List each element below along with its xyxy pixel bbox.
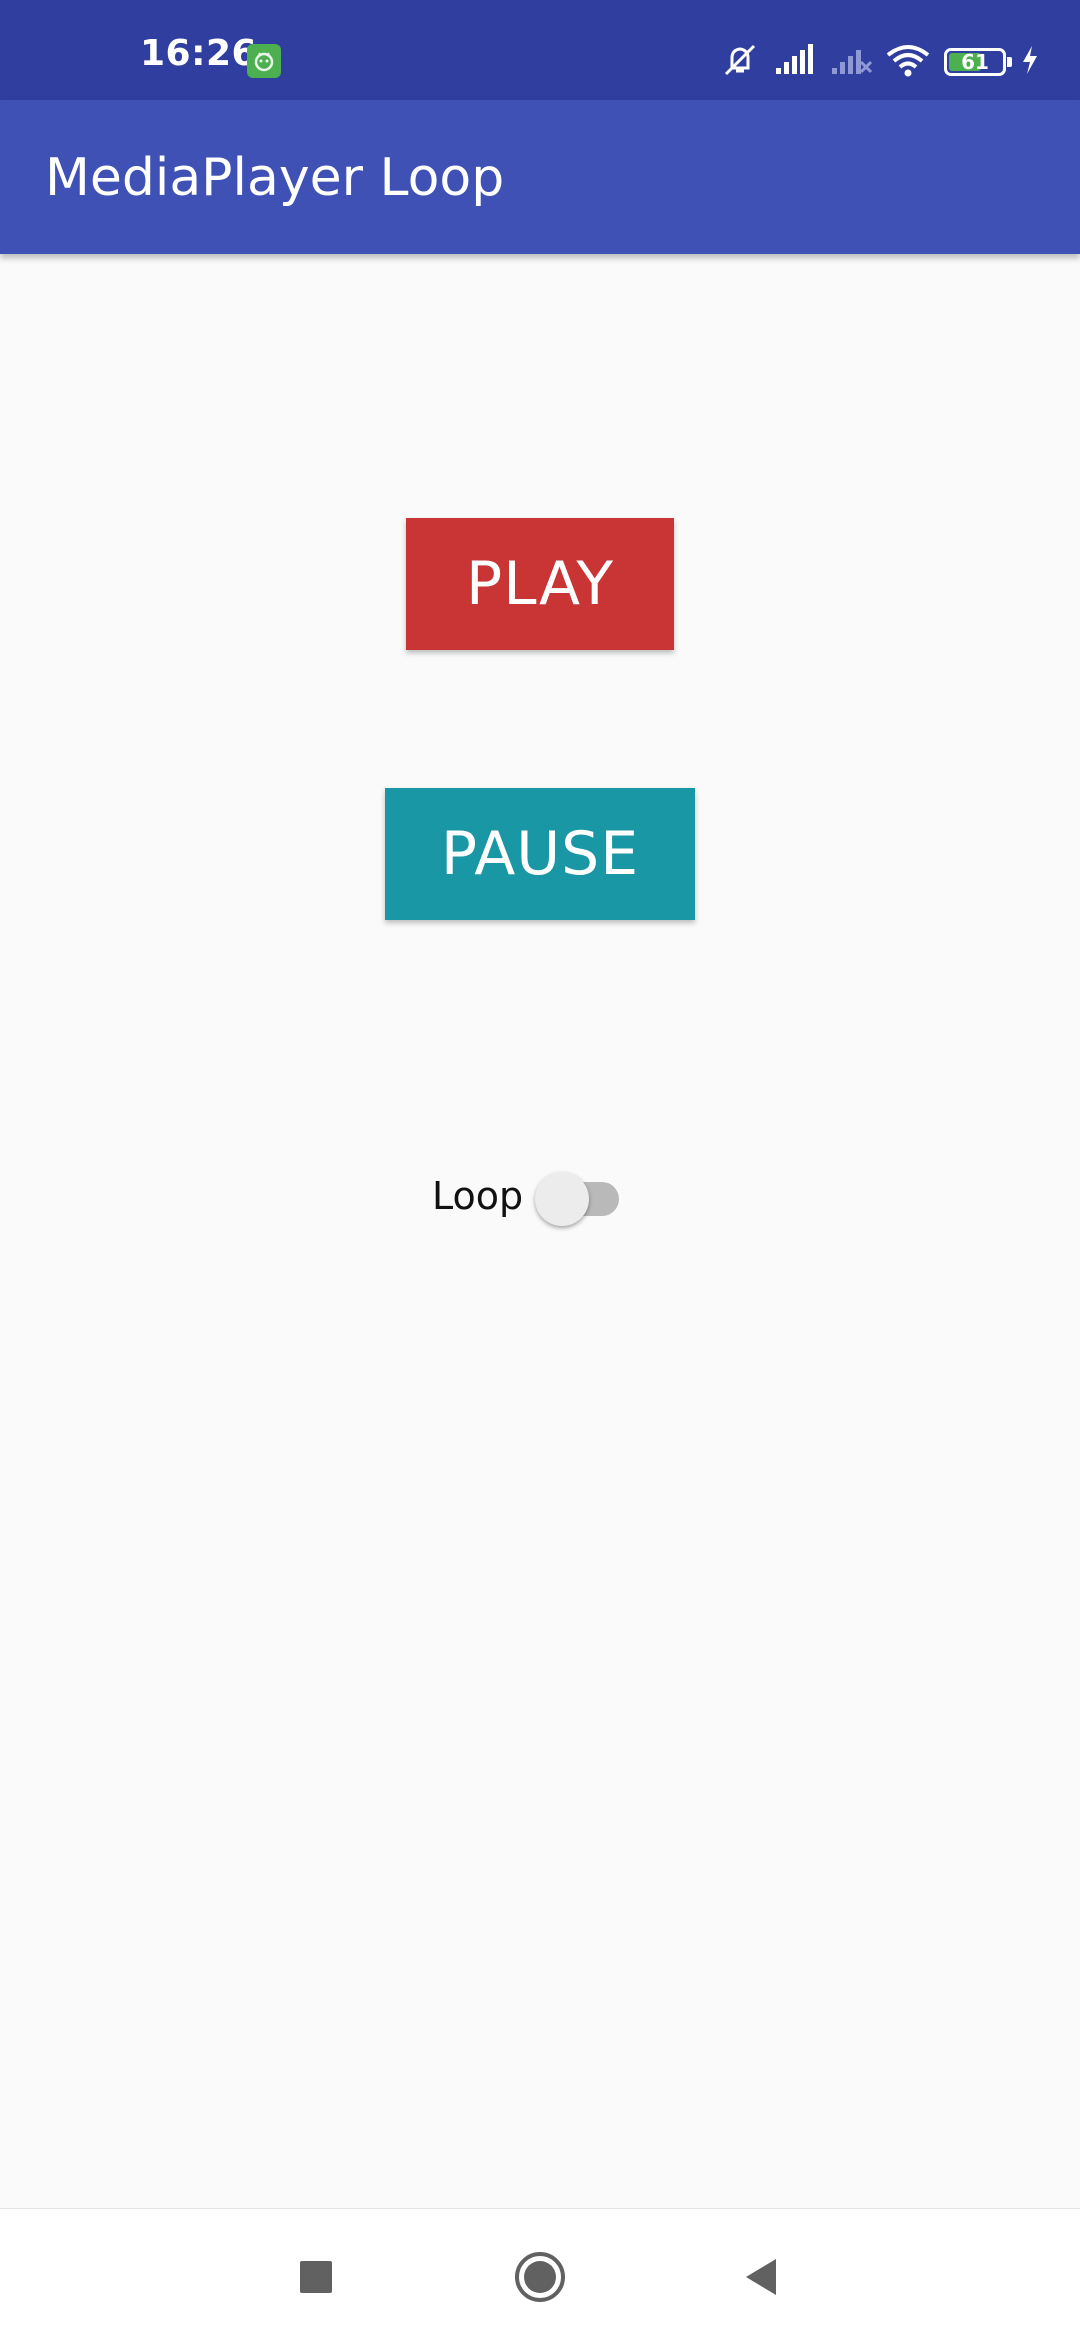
battery-level: 61 — [961, 50, 989, 74]
back-icon — [746, 2259, 776, 2295]
switch-thumb[interactable] — [535, 1172, 590, 1226]
mute-icon — [720, 42, 760, 82]
app-title: MediaPlayer Loop — [45, 148, 505, 208]
app-notification-icon — [247, 44, 281, 78]
navigation-bar — [0, 2208, 1080, 2341]
play-button[interactable]: PLAY — [406, 518, 674, 650]
no-signal-icon — [830, 44, 873, 80]
loop-row: Loop — [432, 1172, 623, 1226]
wifi-icon — [886, 43, 930, 81]
recent-apps-button[interactable] — [288, 2249, 344, 2305]
status-time: 16:26 — [140, 33, 258, 74]
charging-icon — [1020, 44, 1040, 80]
back-button[interactable] — [734, 2249, 790, 2305]
home-icon — [515, 2252, 565, 2302]
battery-icon: 61 — [944, 48, 1012, 76]
app-bar: MediaPlayer Loop — [0, 100, 1080, 254]
loop-switch[interactable] — [535, 1168, 623, 1226]
status-bar: 16:26 61 — [0, 0, 1080, 100]
recent-apps-icon — [300, 2261, 332, 2293]
loop-label: Loop — [432, 1174, 524, 1218]
battery-tip — [1007, 57, 1012, 67]
pause-button[interactable]: PAUSE — [385, 788, 695, 920]
signal-icon — [774, 44, 816, 80]
home-button[interactable] — [512, 2249, 568, 2305]
status-icons: 61 — [706, 42, 1040, 82]
